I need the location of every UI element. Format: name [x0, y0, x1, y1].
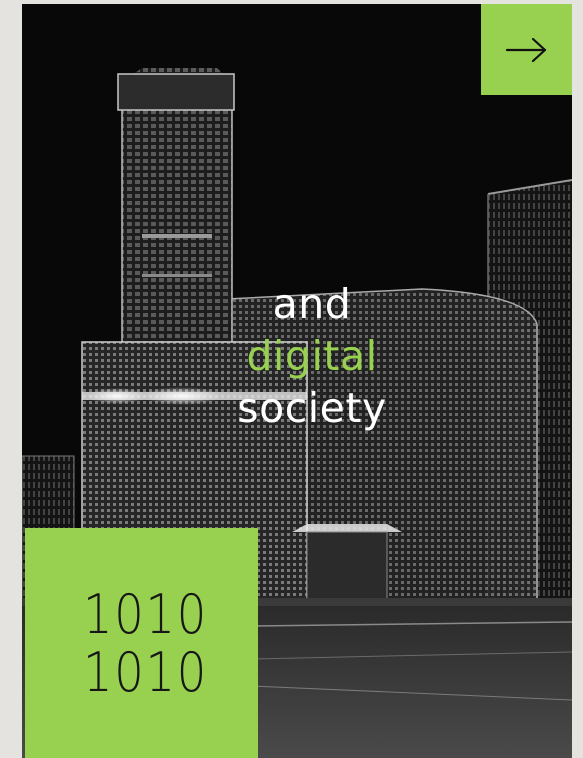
binary-tile: 1010 1010: [25, 528, 258, 758]
headline-line-and: and: [272, 280, 352, 328]
headline: and digital society: [212, 278, 412, 434]
headline-line-digital: digital: [246, 332, 378, 380]
binary-line-1: 1010: [83, 583, 209, 646]
headline-line-society: society: [237, 384, 387, 432]
arrow-right-icon: [505, 37, 546, 62]
next-button[interactable]: [481, 4, 572, 95]
binary-line-2: 1010: [83, 641, 209, 704]
cover-card: and digital society 1010 1010: [22, 4, 572, 758]
